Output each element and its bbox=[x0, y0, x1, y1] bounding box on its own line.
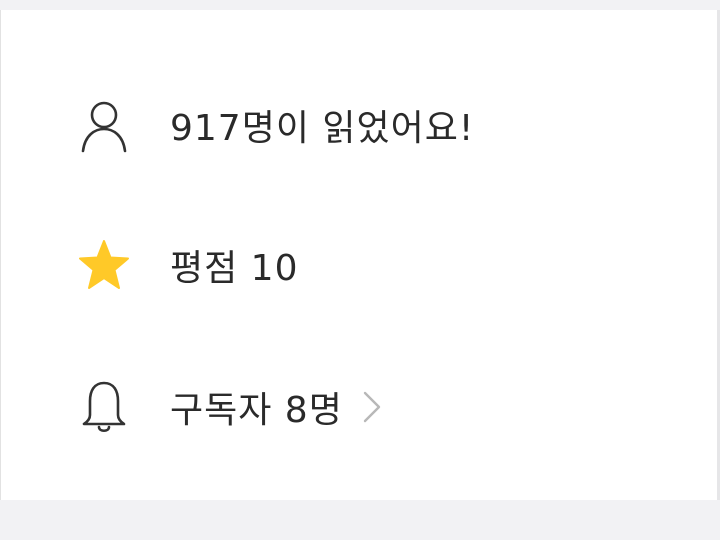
rating-row: 평점 10 bbox=[76, 235, 299, 295]
bell-icon bbox=[76, 379, 132, 435]
chevron-right-icon[interactable] bbox=[361, 387, 387, 427]
readers-count-label: 917명이 읽었어요! bbox=[170, 108, 475, 149]
rating-label: 평점 10 bbox=[170, 248, 299, 289]
readers-row: 917명이 읽었어요! bbox=[76, 95, 474, 155]
subscribers-row[interactable]: 구독자 8명 bbox=[76, 377, 387, 437]
person-icon bbox=[76, 97, 132, 153]
page: 917명이 읽었어요! 평점 10 구독자 8명 bbox=[0, 0, 720, 540]
subscribers-label: 구독자 8명 bbox=[170, 390, 343, 431]
star-icon bbox=[76, 237, 132, 293]
stats-card: 917명이 읽었어요! 평점 10 구독자 8명 bbox=[0, 10, 720, 500]
